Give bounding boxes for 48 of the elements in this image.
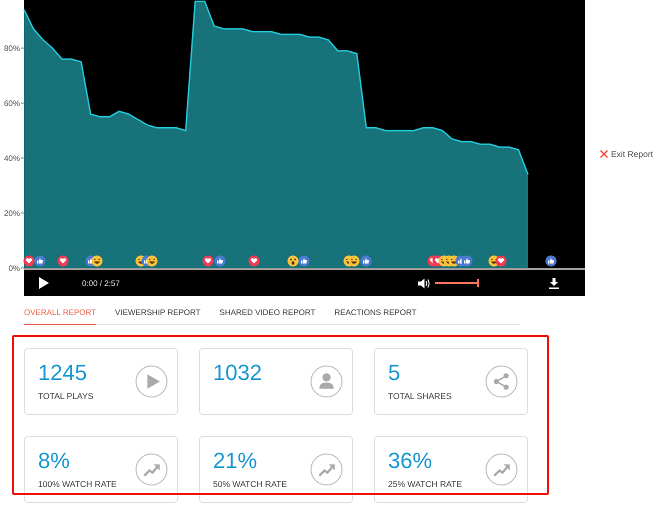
trend-up-icon: [310, 453, 343, 486]
heart-reaction-icon: [496, 256, 506, 266]
stat-label: 25% WATCH RATE: [388, 479, 462, 489]
trend-up-icon: [485, 453, 518, 486]
laughing-emoji-icon: [348, 256, 360, 266]
y-axis-label: 80%: [4, 44, 20, 54]
stat-value: 21%: [213, 449, 258, 473]
share-icon: [485, 365, 518, 398]
laughing-emoji-icon: [92, 256, 102, 266]
download-icon[interactable]: [549, 278, 559, 288]
stat-value: 1245: [38, 361, 88, 385]
volume-handle[interactable]: [477, 279, 479, 287]
stat-label: TOTAL SHARES: [388, 391, 452, 401]
report-tab[interactable]: REACTIONS REPORT: [334, 296, 416, 325]
thumbs-up-reaction-icon: [34, 256, 46, 266]
stat-value: 8%: [38, 449, 71, 473]
thumbs-up-reaction-icon: [360, 256, 372, 266]
trend-up-icon: [135, 453, 168, 486]
stat-label: 50% WATCH RATE: [213, 479, 287, 489]
volume-slider[interactable]: [435, 279, 479, 287]
laughing-emoji-icon: [146, 256, 158, 266]
stat-label: TOTAL PLAYS: [38, 391, 94, 401]
surprised-emoji-icon: [288, 256, 298, 266]
stat-label: 100% WATCH RATE: [38, 479, 117, 489]
play-icon[interactable]: [38, 277, 50, 289]
play-icon: [135, 365, 168, 398]
heart-reaction-icon: [58, 256, 68, 266]
heart-reaction-icon: [24, 256, 34, 266]
report-tab[interactable]: SHARED VIDEO REPORT: [220, 296, 316, 325]
close-icon: [600, 150, 608, 158]
y-axis-label: 40%: [4, 154, 20, 164]
y-axis-label: 0%: [8, 264, 20, 273]
stat-value: 5: [388, 361, 402, 385]
y-axis-label: 20%: [4, 209, 20, 218]
heart-reaction-icon: [202, 256, 214, 266]
report-tab[interactable]: VIEWERSHIP REPORT: [115, 296, 201, 325]
playback-time: 0:00 / 2:57: [82, 278, 120, 288]
thumbs-up-reaction-icon: [214, 256, 226, 266]
exit-report-link[interactable]: Exit Report: [600, 148, 654, 160]
stat-value: 1032: [213, 361, 262, 385]
person-icon: [310, 365, 343, 398]
thumbs-up-reaction-icon: [298, 256, 310, 266]
y-axis-label: 60%: [4, 99, 20, 108]
volume-icon[interactable]: [418, 278, 430, 288]
thumbs-up-reaction-icon: [462, 256, 472, 266]
stat-value: 36%: [388, 449, 434, 473]
heart-reaction-icon: [248, 256, 260, 266]
thumbs-up-reaction-icon: [546, 256, 556, 266]
